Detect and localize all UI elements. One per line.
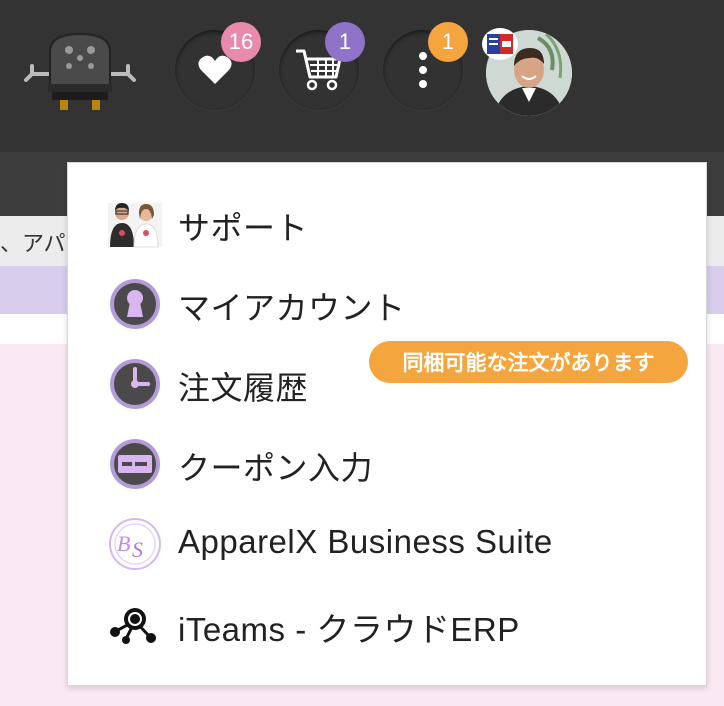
menu-item-label: ApparelX Business Suite: [178, 523, 553, 560]
more-count-badge: 1: [428, 22, 468, 62]
heart-icon: [198, 55, 232, 84]
cart-count-badge: 1: [325, 22, 365, 62]
robot-logo-icon[interactable]: [22, 28, 138, 114]
svg-text:S: S: [132, 537, 143, 562]
favorites-count-badge: 16: [221, 22, 261, 62]
combinable-orders-notice-badge[interactable]: 同梱可能な注文があります: [369, 341, 688, 383]
svg-text:B: B: [117, 531, 130, 556]
menu-item-my-account[interactable]: マイアカウント: [68, 263, 706, 343]
vertical-dots-icon: [419, 52, 427, 88]
menu-item-apparelx[interactable]: B S ApparelX Business Suite: [68, 503, 706, 583]
network-nodes-icon: [108, 597, 162, 651]
breadcrumb-text: 、アパ: [0, 232, 66, 257]
menu-item-label: 注文履歴: [178, 369, 309, 407]
favorites-count: 16: [228, 29, 254, 54]
menu-item-coupon[interactable]: クーポン入力: [68, 423, 706, 503]
menu-item-label: iTeams - クラウドERP: [178, 611, 520, 648]
bs-logo-icon: B S: [108, 517, 162, 571]
language-flag-icon[interactable]: [482, 28, 518, 60]
menu-item-label: マイアカウント: [178, 289, 406, 327]
notice-text: 同梱可能な注文があります: [402, 351, 655, 375]
menu-item-iteams[interactable]: iTeams - クラウドERP: [68, 583, 706, 663]
more-count: 1: [441, 29, 455, 54]
coupon-card-icon: [108, 437, 162, 491]
menu-item-label: サポート: [178, 209, 309, 247]
clock-icon: [108, 357, 162, 411]
menu-item-label: クーポン入力: [178, 449, 374, 487]
keyhole-icon: [108, 277, 162, 331]
support-staff-icon: [108, 197, 162, 251]
cart-count: 1: [338, 29, 352, 54]
account-dropdown-menu: サポート マイアカウント 注文履歴 クーポン入力 B S ApparelX Bu…: [67, 162, 707, 686]
menu-item-support[interactable]: サポート: [68, 183, 706, 263]
